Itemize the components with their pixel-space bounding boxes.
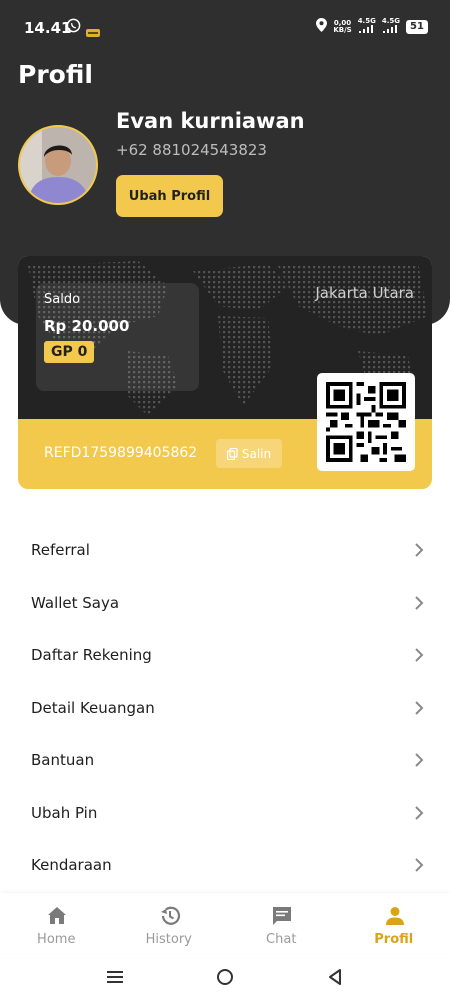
menu-item-referral[interactable]: Referral — [0, 524, 450, 577]
gp-badge: GP 0 — [44, 341, 95, 363]
signal-icon — [382, 25, 397, 33]
menu-item-label: Detail Keuangan — [31, 698, 155, 717]
net-speed: 0,00 KB/S — [333, 19, 352, 34]
user-phone: +62 881024543823 — [116, 141, 267, 159]
copy-button[interactable]: Salin — [216, 439, 282, 468]
gojek-app-icon — [86, 22, 100, 41]
status-time: 14.41 — [24, 19, 72, 37]
chevron-right-icon — [415, 543, 424, 557]
menu-item-label: Ubah Pin — [31, 803, 98, 822]
nav-chat[interactable]: Chat — [225, 893, 338, 953]
sim1-signal: 4.5G — [358, 18, 376, 35]
back-icon[interactable] — [327, 968, 343, 986]
menu-icon[interactable] — [106, 970, 123, 984]
bottom-nav: Home History Chat Profil — [0, 893, 450, 953]
nav-label: Profil — [374, 932, 414, 947]
whatsapp-icon — [66, 18, 81, 37]
saldo-label: Saldo — [44, 292, 81, 307]
saldo-value: Rp 20.000 — [44, 317, 130, 335]
status-right: 0,00 KB/S 4.5G 4.5G 51 — [316, 17, 428, 36]
chevron-right-icon — [415, 595, 424, 610]
person-icon — [385, 907, 404, 925]
sim1-label: 4.5G — [357, 17, 376, 25]
nav-history[interactable]: History — [113, 893, 226, 953]
chevron-right-icon — [415, 805, 424, 820]
history-icon — [160, 906, 180, 925]
profile-menu: Referral Wallet Saya Daftar Rekening Det… — [0, 524, 450, 892]
chevron-right-icon — [415, 700, 424, 715]
copy-icon — [226, 447, 238, 460]
home-icon — [48, 907, 66, 924]
location-label: Jakarta Utara — [315, 284, 414, 302]
chat-icon — [273, 907, 291, 925]
chevron-right-icon — [415, 648, 424, 662]
user-name: Evan kurniawan — [116, 109, 305, 133]
copy-button-label: Salin — [241, 446, 272, 461]
menu-item-bank-accounts[interactable]: Daftar Rekening — [0, 629, 450, 682]
nav-profile[interactable]: Profil — [338, 893, 450, 953]
menu-item-help[interactable]: Bantuan — [0, 734, 450, 787]
qr-code[interactable] — [317, 373, 415, 471]
location-icon — [316, 17, 328, 36]
referral-code: REFD1759899405862 — [44, 445, 198, 461]
sim2-signal: 4.5G — [382, 18, 400, 35]
nav-label: Chat — [266, 932, 297, 947]
status-bar: 14.41 0,00 KB/S 4.5G 4.5G 51 — [0, 0, 450, 58]
menu-item-label: Daftar Rekening — [31, 646, 152, 665]
menu-item-label: Referral — [31, 541, 90, 560]
sim2-label: 4.5G — [381, 17, 400, 25]
nav-label: History — [145, 932, 192, 947]
system-nav-bar — [0, 953, 450, 1000]
battery-icon: 51 — [406, 19, 428, 34]
nav-label: Home — [37, 932, 76, 947]
home-circle-icon[interactable] — [216, 968, 234, 986]
page-title: Profil — [18, 60, 93, 89]
signal-icon — [358, 25, 373, 33]
menu-item-wallet[interactable]: Wallet Saya — [0, 577, 450, 630]
menu-item-label: Bantuan — [31, 751, 95, 770]
edit-profile-button[interactable]: Ubah Profil — [116, 175, 223, 217]
nav-home[interactable]: Home — [0, 893, 113, 953]
chevron-right-icon — [415, 753, 424, 767]
menu-item-financial-details[interactable]: Detail Keuangan — [0, 682, 450, 735]
wallet-card: Saldo Rp 20.000 GP 0 Jakarta Utara REFD1… — [18, 256, 432, 489]
menu-item-label: Wallet Saya — [31, 593, 120, 612]
menu-item-vehicle[interactable]: Kendaraan — [0, 839, 450, 892]
chevron-right-icon — [415, 858, 424, 872]
net-speed-unit: KB/S — [333, 25, 352, 34]
avatar[interactable] — [18, 125, 98, 205]
balance-box: Saldo Rp 20.000 GP 0 — [36, 283, 199, 391]
menu-item-label: Kendaraan — [31, 856, 112, 875]
menu-item-change-pin[interactable]: Ubah Pin — [0, 787, 450, 840]
qr-code-icon — [326, 382, 406, 462]
